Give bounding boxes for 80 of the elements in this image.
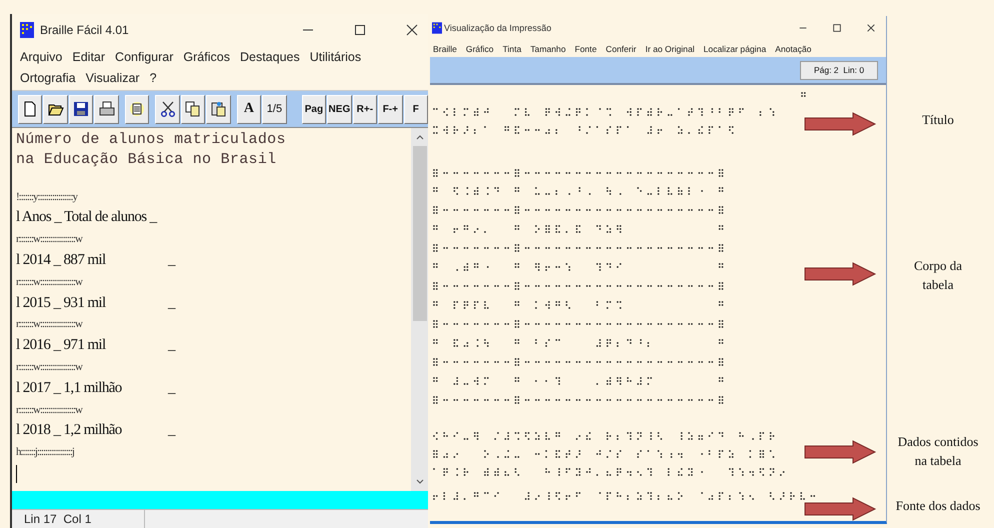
editor-line: !:::::::y:::::::::::::::::y: [16, 190, 79, 203]
status-text: Lin 17 Col 1: [12, 510, 145, 528]
scissors-icon: [160, 101, 176, 117]
toolbar-button[interactable]: Pag: [302, 94, 326, 124]
editor-line: l Anos _ Total de alunos _: [16, 209, 158, 226]
menu-item[interactable]: Fonte: [574, 44, 597, 54]
toolbar-button[interactable]: A: [236, 94, 262, 124]
editor-text: _: [168, 337, 175, 354]
cut-button[interactable]: [155, 94, 180, 124]
document-icon: [129, 101, 146, 117]
annotation-label: Fonte dos dados: [894, 497, 982, 515]
editor-line: l 2016 _ 971 mil: [16, 337, 107, 354]
editor-text: _: [168, 252, 175, 270]
clipboard-icon: [210, 101, 227, 117]
annotation-label: Corpo da tabela: [912, 257, 964, 294]
toolbar-button[interactable]: R+-: [352, 94, 378, 124]
menu-item[interactable]: Conferir: [606, 44, 636, 54]
menu-item[interactable]: Destaques: [240, 50, 300, 64]
toolbar-button[interactable]: 1/5: [262, 94, 287, 124]
toolbar-button[interactable]: F: [404, 94, 428, 124]
editor-line: Número de alunos matriculados: [16, 130, 287, 150]
scroll-thumb[interactable]: [412, 146, 426, 321]
editor-line: l 2017 _ 1,1 milhão: [16, 380, 123, 397]
menu-item[interactable]: Localizar página: [704, 44, 766, 54]
page-indicator-button[interactable]: Pág: 2 Lin: 0: [800, 60, 878, 80]
close-icon[interactable]: [866, 23, 876, 33]
close-icon[interactable]: [406, 24, 418, 36]
menu-item[interactable]: Anotação: [775, 44, 812, 54]
menu-item[interactable]: Visualizar: [86, 70, 140, 84]
toolbar-button[interactable]: NEG: [327, 94, 352, 124]
editor-line: na Educação Básica no Brasil: [16, 150, 278, 170]
printer-icon: [98, 101, 115, 117]
annotation-label: Título: [921, 111, 955, 129]
menu-item[interactable]: Ortografia: [20, 70, 76, 84]
menu-item[interactable]: Ir ao Original: [645, 44, 695, 54]
copy-button[interactable]: [180, 94, 206, 124]
editor-text: _: [168, 422, 175, 440]
menu-item[interactable]: Gráficos: [183, 50, 230, 64]
menu-item[interactable]: Braille: [433, 44, 457, 54]
editor-line: r:::::::w:::::::::::::::::w: [16, 318, 84, 330]
editor-line: l 2015 _ 931 mil: [16, 294, 107, 312]
arrow-icon: [803, 497, 877, 521]
annotation-label: Dados contidos na tabela: [896, 433, 980, 470]
document-button[interactable]: [124, 94, 150, 124]
editor-line: r:::::::w:::::::::::::::::w: [16, 276, 84, 288]
menu-item[interactable]: Editar: [72, 50, 106, 64]
toolbar-button[interactable]: F-+: [378, 94, 403, 124]
arrow-icon: [803, 112, 877, 136]
editor-line: l 2018 _ 1,2 milhão: [16, 422, 123, 440]
scrollbar[interactable]: [411, 128, 428, 491]
copy-icon: [185, 101, 202, 117]
open-folder-button[interactable]: [43, 94, 68, 124]
editor-text: _: [168, 380, 175, 397]
paste-button[interactable]: [206, 94, 231, 124]
arrow-icon: [803, 262, 877, 286]
blank-page-icon: [22, 101, 38, 117]
editor-line: r:::::::w:::::::::::::::::w: [16, 233, 84, 246]
editor-line: l 2014 _ 887 mil: [16, 252, 107, 270]
menu-item[interactable]: Configurar: [115, 50, 174, 64]
menu-item[interactable]: Arquivo: [20, 50, 62, 64]
window-title: Visualização da Impressão: [444, 23, 552, 33]
arrow-icon: [803, 440, 877, 464]
maximize-icon[interactable]: [354, 24, 366, 36]
menu-item[interactable]: Tamanho: [530, 44, 566, 54]
save-button[interactable]: [68, 94, 94, 124]
menu-item[interactable]: Utilitários: [310, 50, 362, 64]
editor-line: r:::::::w:::::::::::::::::w: [16, 361, 84, 374]
editor-text: _: [168, 294, 175, 312]
editor-line: r:::::::w:::::::::::::::::w: [16, 404, 84, 416]
window-title: Braille Fácil 4.01: [40, 23, 129, 37]
app-icon: [432, 22, 442, 34]
maximize-icon[interactable]: [832, 23, 842, 33]
menu-item[interactable]: ?: [150, 70, 157, 84]
menu-item[interactable]: Tinta: [502, 44, 522, 54]
app-icon: [20, 22, 34, 38]
print-button[interactable]: [94, 94, 119, 124]
menu-item[interactable]: Gráfico: [466, 44, 494, 54]
new-file-button[interactable]: [18, 94, 42, 124]
editor-line: h:::::::j:::::::::::::::::j: [16, 446, 75, 458]
text-cursor: [16, 464, 17, 483]
